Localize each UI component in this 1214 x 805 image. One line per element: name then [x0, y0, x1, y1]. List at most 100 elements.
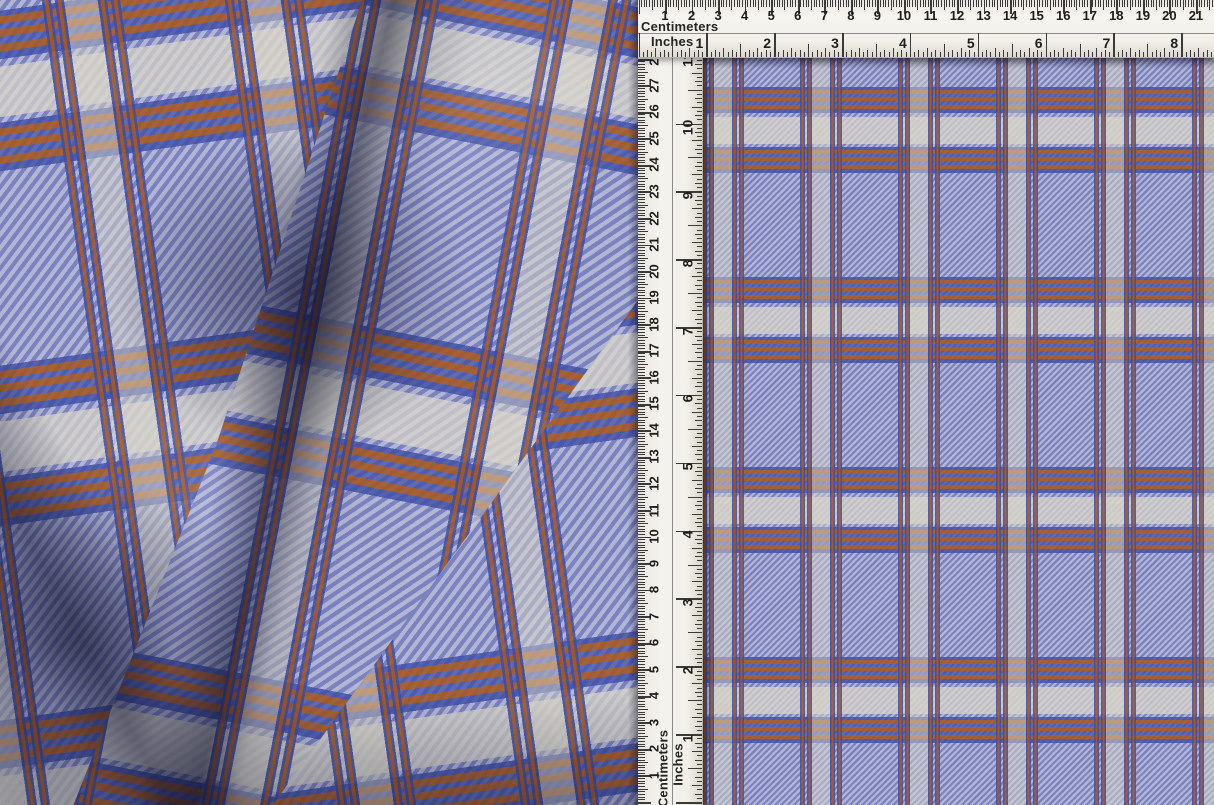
inch-tick	[1101, 52, 1102, 57]
inch-tick	[695, 471, 702, 472]
inch-tick	[800, 50, 801, 57]
inch-number: 2	[682, 659, 695, 681]
inch-tick	[695, 488, 702, 489]
inch-tick	[812, 52, 813, 57]
inch-tick	[695, 183, 702, 184]
inch-tick	[695, 641, 702, 642]
inch-tick	[697, 399, 702, 400]
inch-tick	[697, 475, 702, 476]
inch-tick	[697, 136, 702, 137]
inch-tick	[697, 560, 702, 561]
inch-tick	[697, 492, 702, 493]
inch-tick	[695, 743, 702, 744]
inch-tick	[697, 170, 702, 171]
inch-tick	[906, 52, 907, 57]
inch-tick	[982, 52, 983, 57]
inch-tick	[695, 692, 702, 693]
inch-tick	[851, 50, 852, 57]
inch-tick	[695, 285, 702, 286]
inch-tick	[719, 52, 720, 57]
inch-tick	[974, 52, 975, 57]
inch-tick	[1143, 52, 1144, 57]
inch-tick	[778, 52, 779, 57]
inch-tick	[695, 268, 702, 269]
inch-tick	[695, 336, 702, 337]
inch-tick	[695, 132, 702, 133]
inch-tick	[692, 446, 702, 447]
inch-tick	[695, 590, 702, 591]
inch-tick	[697, 391, 702, 392]
inch-tick	[697, 196, 702, 197]
inch-tick	[783, 50, 784, 57]
inch-tick	[1092, 52, 1093, 57]
inch-tick	[1075, 52, 1076, 57]
inch-tick	[695, 234, 702, 235]
inch-tick	[944, 44, 945, 57]
inch-tick	[692, 480, 702, 481]
inch-tick	[1194, 52, 1195, 57]
inch-tick	[697, 85, 702, 86]
inch-tick	[688, 497, 702, 498]
inch-tick	[697, 289, 702, 290]
inch-tick	[697, 94, 702, 95]
inch-tick	[697, 204, 702, 205]
inch-number: 11	[682, 57, 695, 71]
inch-tick	[697, 501, 702, 502]
inch-tick	[697, 255, 702, 256]
inch-tick	[697, 543, 702, 544]
inch-tick	[677, 52, 678, 57]
inch-tick	[697, 60, 702, 61]
inch-tick	[695, 539, 702, 540]
inch-tick	[1160, 52, 1161, 57]
inch-tick	[948, 52, 949, 57]
inch-tick	[697, 662, 702, 663]
inch-tick	[697, 119, 702, 120]
inch-tick	[688, 429, 702, 430]
inch-tick	[1105, 50, 1106, 57]
inch-tick	[931, 52, 932, 57]
inch-tick	[766, 50, 767, 57]
inch-tick	[697, 374, 702, 375]
inch-tick	[688, 225, 702, 226]
inch-tick	[681, 50, 682, 57]
inch-tick	[694, 52, 695, 57]
inch-tick	[697, 789, 702, 790]
inch-tick	[697, 628, 702, 629]
inch-tick	[695, 556, 702, 557]
inch-tick	[688, 361, 702, 362]
inch-number: 6	[682, 388, 695, 410]
inch-tick	[697, 340, 702, 341]
inch-tick	[697, 111, 702, 112]
inch-tick	[1177, 52, 1178, 57]
inch-number: 3	[824, 37, 846, 50]
inch-tick	[695, 403, 702, 404]
inch-tick	[695, 624, 702, 625]
inch-tick	[855, 52, 856, 57]
inch-tick	[697, 637, 702, 638]
inch-tick	[697, 408, 702, 409]
inch-tick	[695, 369, 702, 370]
inch-tick	[695, 200, 702, 201]
inch-tick	[697, 128, 702, 129]
inch-tick	[859, 48, 860, 58]
inch-tick	[697, 586, 702, 587]
inch-tick	[1118, 52, 1119, 57]
inch-tick	[692, 276, 702, 277]
inch-tick	[1152, 52, 1153, 57]
inch-tick	[697, 348, 702, 349]
inch-number: 6	[1028, 37, 1050, 50]
inch-tick	[688, 632, 702, 633]
inch-tick	[876, 44, 877, 57]
inch-tick	[697, 263, 702, 264]
inch-tick	[695, 607, 702, 608]
inch-tick	[697, 297, 702, 298]
inch-tick	[697, 365, 702, 366]
inch-tick	[935, 50, 936, 57]
inch-tick	[804, 52, 805, 57]
inch-tick	[697, 145, 702, 146]
inch-tick	[692, 683, 702, 684]
inch-tick	[969, 50, 970, 57]
inch-tick	[808, 44, 809, 57]
inch-number: 7	[1095, 37, 1117, 50]
inch-tick	[901, 50, 902, 57]
